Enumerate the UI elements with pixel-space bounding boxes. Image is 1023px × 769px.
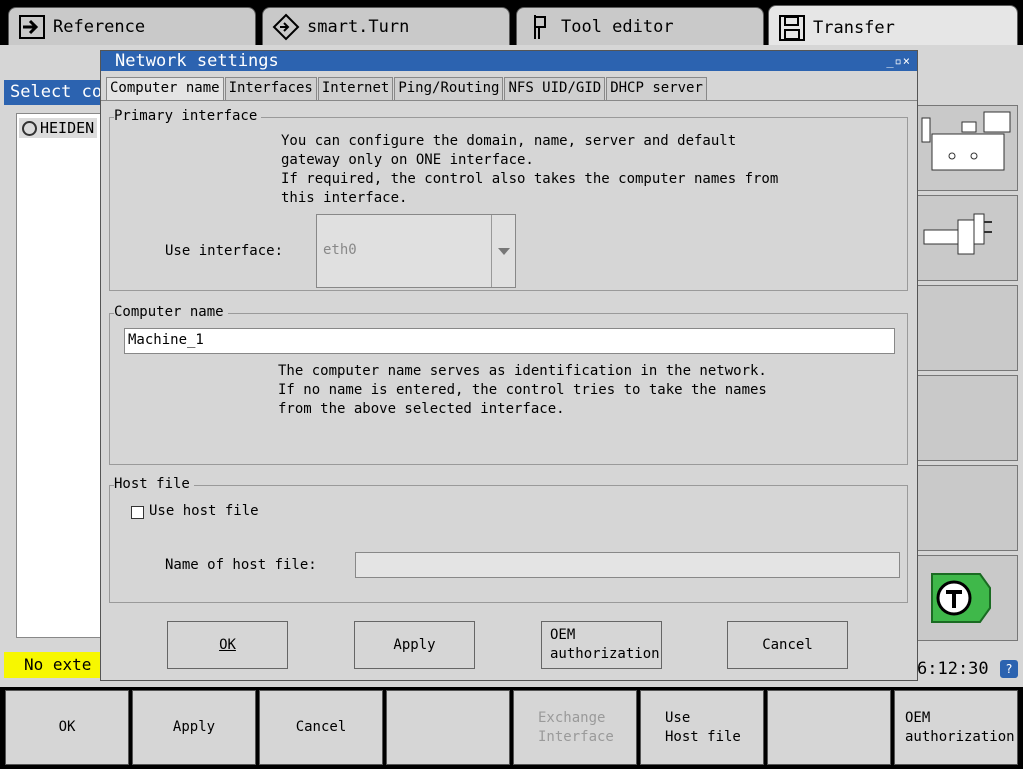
diamond-arrow-icon: [271, 12, 301, 42]
tab-computer-name[interactable]: Computer name: [106, 77, 224, 100]
dialog-title: Network settings: [115, 51, 279, 71]
tab-transfer[interactable]: Transfer: [768, 5, 1018, 49]
network-connector-icon: [923, 213, 992, 255]
host-file-name-label: Name of host file:: [165, 557, 317, 573]
dialog-titlebar[interactable]: Network settings _▫×: [101, 51, 917, 71]
primary-interface-title: Primary interface: [114, 108, 262, 124]
softkey-cancel[interactable]: Cancel: [259, 690, 383, 765]
help-icon[interactable]: ?: [1000, 660, 1018, 678]
host-file-title: Host file: [114, 476, 194, 492]
use-host-file-label[interactable]: Use host file: [149, 503, 259, 519]
tab-dhcp-server[interactable]: DHCP server: [606, 77, 707, 100]
softkey-empty-2[interactable]: [767, 690, 891, 765]
tab-smart-turn-label: smart.Turn: [307, 16, 410, 37]
machine-icon: [921, 111, 1011, 171]
use-host-file-checkbox[interactable]: [131, 506, 144, 519]
ok-button[interactable]: OK: [167, 621, 288, 669]
right-softkey-6[interactable]: [917, 555, 1018, 641]
tab-tool-editor[interactable]: Tool editor: [516, 7, 764, 45]
tab-ping-routing[interactable]: Ping/Routing: [394, 77, 504, 100]
computer-name-title: Computer name: [114, 304, 228, 320]
tab-reference[interactable]: Reference: [8, 7, 256, 45]
tool-holder-icon: [525, 12, 555, 42]
primary-interface-note: You can configure the domain, name, serv…: [281, 133, 779, 206]
use-interface-value: eth0: [323, 242, 357, 258]
computer-name-input[interactable]: Machine_1: [124, 328, 895, 354]
t-connector-icon: [931, 573, 991, 623]
softkey-oem-authorization[interactable]: OEM authorization: [894, 690, 1018, 765]
host-file-group: Host file Use host file Name of host fil…: [109, 476, 908, 603]
tab-smart-turn[interactable]: smart.Turn: [262, 7, 510, 45]
network-settings-dialog: Network settings _▫× Computer name Inter…: [100, 50, 918, 681]
floppy-disk-icon: [777, 13, 807, 43]
use-interface-label: Use interface:: [165, 243, 284, 259]
drive-icon: [22, 120, 37, 136]
apply-button[interactable]: Apply: [354, 621, 475, 669]
arrow-into-box-icon: [17, 12, 47, 42]
softkey-apply[interactable]: Apply: [132, 690, 256, 765]
list-item[interactable]: HEIDEN: [19, 118, 98, 138]
tab-nfs-uid-gid[interactable]: NFS UID/GID: [504, 77, 606, 100]
softkey-ok[interactable]: OK: [5, 690, 129, 765]
chevron-down-icon[interactable]: [491, 215, 515, 287]
tab-tool-editor-label: Tool editor: [561, 16, 674, 37]
tab-internet[interactable]: Internet: [317, 77, 394, 100]
tab-interfaces[interactable]: Interfaces: [224, 77, 317, 100]
right-softkey-3[interactable]: [917, 285, 1018, 371]
softkey-use-host-file[interactable]: Use Host file: [640, 690, 764, 765]
right-softkey-4[interactable]: [917, 375, 1018, 461]
computer-name-note: The computer name serves as identificati…: [278, 363, 767, 417]
cancel-button[interactable]: Cancel: [727, 621, 848, 669]
primary-interface-group: Primary interface You can configure the …: [109, 108, 908, 291]
oem-authorization-button[interactable]: OEM authorization: [541, 621, 662, 669]
clock: 6:12:30: [917, 659, 989, 679]
right-softkey-5[interactable]: [917, 465, 1018, 551]
tab-reference-label: Reference: [53, 16, 146, 37]
computer-name-group: Computer name Machine_1 The computer nam…: [109, 304, 908, 465]
window-controls-icon[interactable]: _▫×: [886, 51, 911, 71]
host-file-name-input[interactable]: [355, 552, 900, 578]
softkey-empty-1[interactable]: [386, 690, 510, 765]
right-softkey-2[interactable]: [917, 195, 1018, 281]
dialog-tabs: Computer name Interfaces Internet Ping/R…: [101, 71, 917, 101]
use-interface-select[interactable]: eth0: [316, 214, 516, 288]
softkey-exchange-interface[interactable]: Exchange Interface: [513, 690, 637, 765]
tab-transfer-label: Transfer: [813, 17, 895, 38]
right-softkey-1[interactable]: [917, 105, 1018, 191]
list-item-label: HEIDEN: [40, 119, 95, 137]
